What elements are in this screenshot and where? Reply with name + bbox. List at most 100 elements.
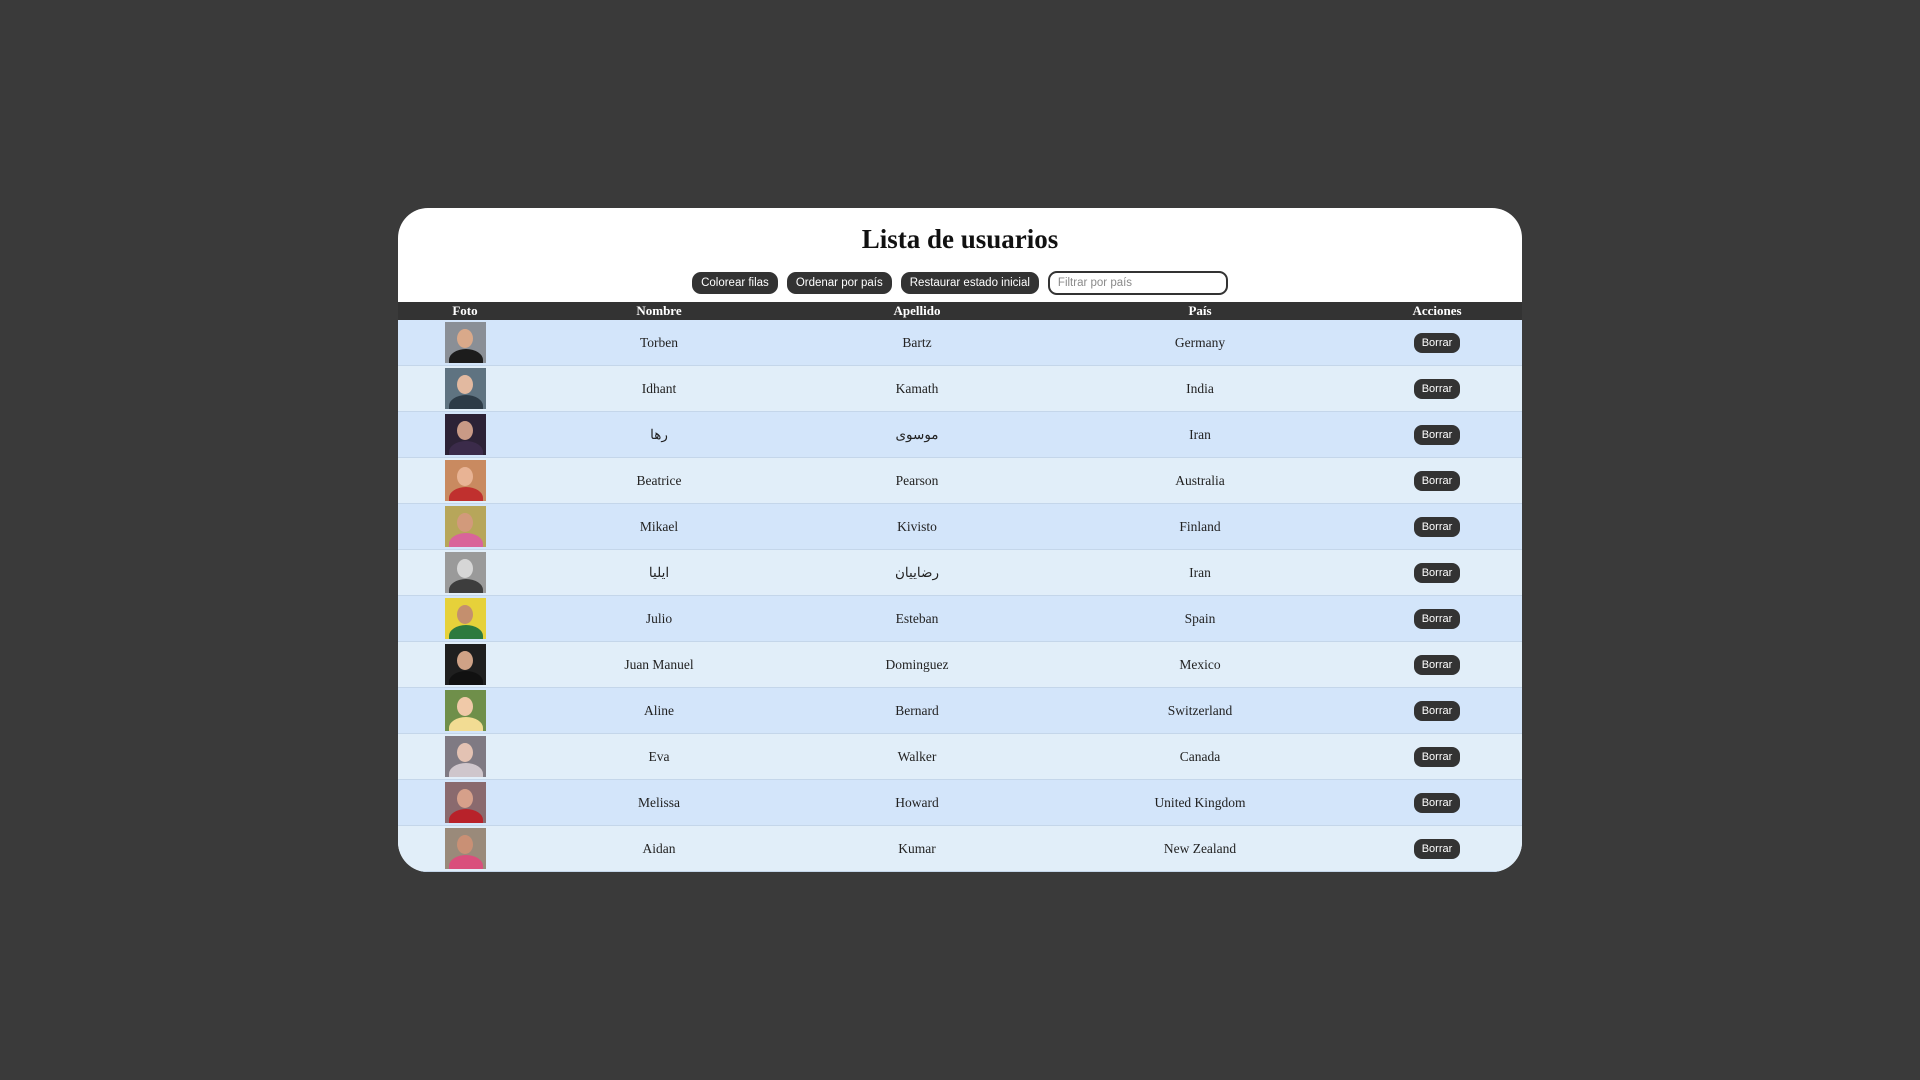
delete-button[interactable]: Borrar <box>1413 562 1461 583</box>
actions-cell: Borrar <box>1352 825 1522 872</box>
first-name-cell: Aidan <box>532 825 786 872</box>
table-row: Idhant Kamath India Borrar <box>398 365 1522 412</box>
user-avatar <box>444 690 486 731</box>
actions-cell: Borrar <box>1352 549 1522 596</box>
user-avatar <box>444 828 486 869</box>
photo-cell <box>398 503 532 550</box>
table-row: Aline Bernard Switzerland Borrar <box>398 687 1522 734</box>
user-avatar <box>444 506 486 547</box>
photo-cell <box>398 825 532 872</box>
last-name-cell: Dominguez <box>786 641 1048 688</box>
last-name-cell: Bartz <box>786 320 1048 366</box>
header-actions: Acciones <box>1352 302 1522 320</box>
photo-cell <box>398 365 532 412</box>
photo-cell <box>398 687 532 734</box>
country-cell: India <box>1048 365 1352 412</box>
table-row: Beatrice Pearson Australia Borrar <box>398 457 1522 504</box>
restore-state-button[interactable]: Restaurar estado inicial <box>900 272 1039 294</box>
actions-cell: Borrar <box>1352 320 1522 366</box>
delete-button[interactable]: Borrar <box>1413 700 1461 721</box>
country-cell: Australia <box>1048 457 1352 504</box>
country-cell: Germany <box>1048 320 1352 366</box>
table-body: Torben Bartz Germany Borrar Idhant Kamath Indi… <box>398 320 1522 872</box>
delete-button[interactable]: Borrar <box>1413 378 1461 399</box>
delete-button[interactable]: Borrar <box>1413 792 1461 813</box>
first-name-cell: Eva <box>532 733 786 780</box>
actions-cell: Borrar <box>1352 779 1522 826</box>
table-row: Eva Walker Canada Borrar <box>398 733 1522 780</box>
table-row: Torben Bartz Germany Borrar <box>398 320 1522 366</box>
toolbar: Colorear filas Ordenar por país Restaura… <box>398 270 1522 296</box>
photo-cell <box>398 549 532 596</box>
table-row: Melissa Howard United Kingdom Borrar <box>398 779 1522 826</box>
first-name-cell: Idhant <box>532 365 786 412</box>
country-cell: United Kingdom <box>1048 779 1352 826</box>
table-row: رها موسوی Iran Borrar <box>398 411 1522 458</box>
page-title: Lista de usuarios <box>861 224 1059 254</box>
photo-cell <box>398 641 532 688</box>
first-name-cell: Julio <box>532 595 786 642</box>
delete-button[interactable]: Borrar <box>1413 608 1461 629</box>
delete-button[interactable]: Borrar <box>1413 746 1461 767</box>
last-name-cell: موسوی <box>786 411 1048 458</box>
delete-button[interactable]: Borrar <box>1413 470 1461 491</box>
actions-cell: Borrar <box>1352 503 1522 550</box>
last-name-cell: Esteban <box>786 595 1048 642</box>
table-row: Julio Esteban Spain Borrar <box>398 595 1522 642</box>
photo-cell <box>398 733 532 780</box>
user-avatar <box>444 736 486 777</box>
user-avatar <box>444 322 486 363</box>
user-avatar <box>444 598 486 639</box>
first-name-cell: ایلیا <box>532 549 786 596</box>
sort-by-country-button[interactable]: Ordenar por país <box>786 272 892 294</box>
delete-button[interactable]: Borrar <box>1413 654 1461 675</box>
first-name-cell: Juan Manuel <box>532 641 786 688</box>
country-cell: Mexico <box>1048 641 1352 688</box>
last-name-cell: Howard <box>786 779 1048 826</box>
header-country: País <box>1048 302 1352 320</box>
last-name-cell: رضاییان <box>786 549 1048 596</box>
table-row: Aidan Kumar New Zealand Borrar <box>398 825 1522 872</box>
first-name-cell: رها <box>532 411 786 458</box>
header-first-name: Nombre <box>532 302 786 320</box>
color-rows-button[interactable]: Colorear filas <box>692 272 778 294</box>
actions-cell: Borrar <box>1352 411 1522 458</box>
photo-cell <box>398 595 532 642</box>
actions-cell: Borrar <box>1352 687 1522 734</box>
user-avatar <box>444 414 486 455</box>
last-name-cell: Kumar <box>786 825 1048 872</box>
photo-cell <box>398 320 532 366</box>
user-avatar <box>444 368 486 409</box>
actions-cell: Borrar <box>1352 641 1522 688</box>
delete-button[interactable]: Borrar <box>1413 332 1461 353</box>
last-name-cell: Kamath <box>786 365 1048 412</box>
first-name-cell: Melissa <box>532 779 786 826</box>
country-cell: Iran <box>1048 549 1352 596</box>
last-name-cell: Walker <box>786 733 1048 780</box>
first-name-cell: Mikael <box>532 503 786 550</box>
photo-cell <box>398 411 532 458</box>
delete-button[interactable]: Borrar <box>1413 516 1461 537</box>
first-name-cell: Beatrice <box>532 457 786 504</box>
actions-cell: Borrar <box>1352 733 1522 780</box>
users-table: Foto Nombre Apellido País Acciones Torbe… <box>398 302 1522 872</box>
last-name-cell: Bernard <box>786 687 1048 734</box>
user-avatar <box>444 460 486 501</box>
table-row: ایلیا رضاییان Iran Borrar <box>398 549 1522 596</box>
country-cell: Switzerland <box>1048 687 1352 734</box>
delete-button[interactable]: Borrar <box>1413 838 1461 859</box>
table-row: Mikael Kivisto Finland Borrar <box>398 503 1522 550</box>
photo-cell <box>398 457 532 504</box>
delete-button[interactable]: Borrar <box>1413 424 1461 445</box>
user-avatar <box>444 782 486 823</box>
actions-cell: Borrar <box>1352 365 1522 412</box>
first-name-cell: Aline <box>532 687 786 734</box>
first-name-cell: Torben <box>532 320 786 366</box>
country-cell: Spain <box>1048 595 1352 642</box>
country-filter-input[interactable] <box>1047 271 1228 295</box>
header-last-name: Apellido <box>786 302 1048 320</box>
user-list-card: Lista de usuarios Colorear filas Ordenar… <box>398 208 1522 872</box>
country-cell: Canada <box>1048 733 1352 780</box>
table-header: Foto Nombre Apellido País Acciones <box>398 302 1522 320</box>
country-cell: New Zealand <box>1048 825 1352 872</box>
